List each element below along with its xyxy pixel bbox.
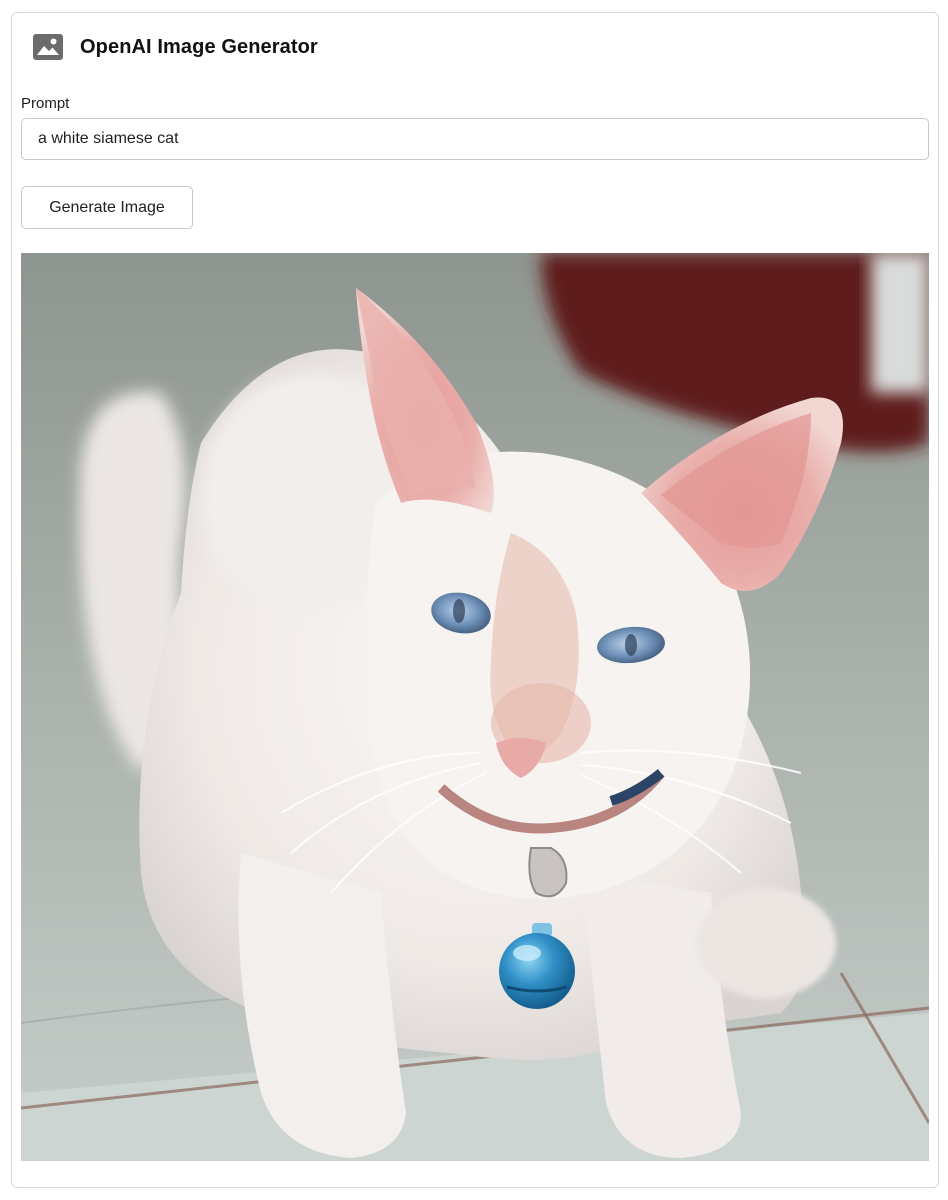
image-icon (33, 34, 63, 60)
prompt-input[interactable] (21, 118, 929, 160)
cat-illustration (21, 253, 929, 1161)
panel-header: OpenAI Image Generator (33, 33, 318, 61)
generated-image (21, 253, 929, 1161)
generate-image-button[interactable]: Generate Image (21, 186, 193, 229)
prompt-label: Prompt (21, 95, 70, 112)
generator-panel: OpenAI Image Generator Prompt Generate I… (11, 12, 939, 1188)
app-title: OpenAI Image Generator (80, 35, 318, 58)
